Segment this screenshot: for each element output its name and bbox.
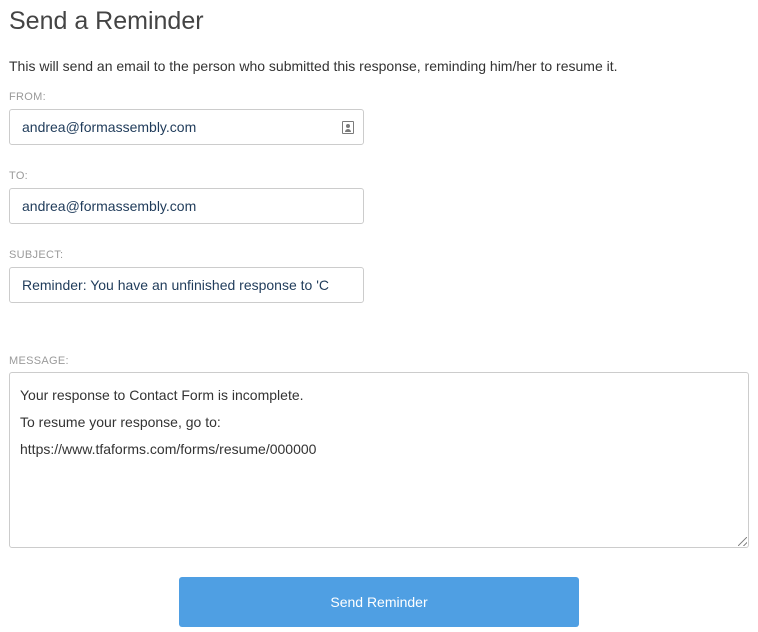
message-line: To resume your response, go to: xyxy=(20,414,221,430)
from-label: FROM: xyxy=(9,91,46,103)
to-field[interactable]: andrea@formassembly.com xyxy=(9,188,364,224)
to-label: TO: xyxy=(9,170,29,182)
send-reminder-button[interactable]: Send Reminder xyxy=(179,577,579,627)
send-reminder-panel: Send a Reminder This will send an email … xyxy=(0,0,758,632)
intro-text: This will send an email to the person wh… xyxy=(9,58,618,74)
message-textarea[interactable]: Your response to Contact Form is incompl… xyxy=(9,372,749,548)
contact-card-icon[interactable] xyxy=(342,121,354,134)
subject-field[interactable]: Reminder: You have an unfinished respons… xyxy=(9,267,364,303)
to-value: andrea@formassembly.com xyxy=(22,198,197,214)
page-title: Send a Reminder xyxy=(9,7,204,35)
subject-value: Reminder: You have an unfinished respons… xyxy=(22,277,329,293)
message-label: MESSAGE: xyxy=(9,355,69,367)
from-value: andrea@formassembly.com xyxy=(22,119,197,135)
from-field[interactable]: andrea@formassembly.com xyxy=(9,109,364,145)
resize-handle-icon[interactable] xyxy=(738,537,747,546)
message-line: Your response to Contact Form is incompl… xyxy=(20,387,304,403)
subject-label: SUBJECT: xyxy=(9,249,64,261)
message-line: https://www.tfaforms.com/forms/resume/00… xyxy=(20,441,317,457)
